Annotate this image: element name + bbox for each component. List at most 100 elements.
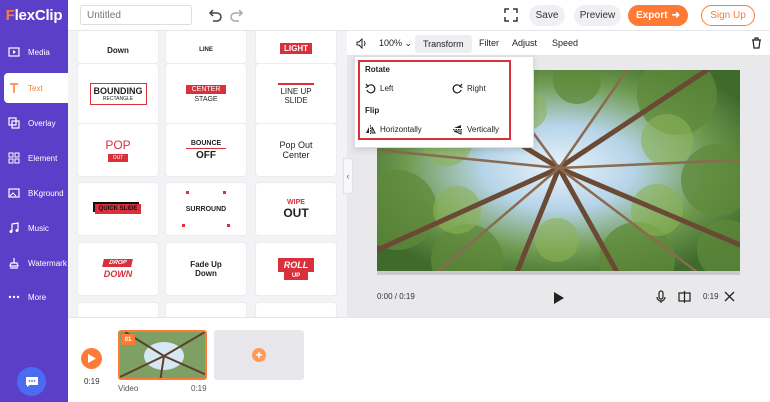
rotate-left-button[interactable]: Left <box>365 83 393 94</box>
rotate-left-label: Left <box>380 84 394 93</box>
flexclip-logo[interactable]: FlexClip <box>0 0 68 31</box>
sidebar-item-label: Watermark <box>28 258 67 268</box>
export-button[interactable]: Export ➜ <box>628 5 688 26</box>
timeline-play-button[interactable] <box>81 348 102 369</box>
scissors-icon[interactable] <box>724 291 735 302</box>
template-card[interactable]: Pop Out Center <box>256 124 336 176</box>
sidebar-item-label: Music <box>28 223 49 233</box>
add-clip-button[interactable]: + <box>214 330 304 380</box>
flip-label: Flip <box>365 106 380 115</box>
flip-horizontal-button[interactable]: Horizontally <box>365 124 422 135</box>
template-card[interactable] <box>166 303 246 317</box>
template-card[interactable]: LINE UP SLIDE <box>256 64 336 124</box>
tab-filter[interactable]: Filter <box>479 38 499 48</box>
sidebar-item-music[interactable]: Music <box>0 213 68 243</box>
tab-adjust[interactable]: Adjust <box>512 38 537 48</box>
zoom-select[interactable]: 100% ⌄ <box>379 38 412 49</box>
flip-vertical-button[interactable]: Vertically <box>452 124 499 135</box>
template-card[interactable]: BOUNDING RECTANGLE <box>78 64 158 124</box>
template-card[interactable]: WIPE OUT <box>256 183 336 235</box>
save-button[interactable]: Save <box>529 5 565 26</box>
template-card[interactable]: DROP DOWN <box>78 243 158 295</box>
microphone-icon[interactable] <box>655 290 667 304</box>
sidebar-item-label: Media <box>28 47 50 57</box>
fullscreen-icon[interactable] <box>504 8 518 22</box>
template-card[interactable] <box>256 303 336 317</box>
clip-type-label: Video <box>118 384 139 393</box>
sidebar-item-overlay[interactable]: Overlay <box>0 108 68 138</box>
preview-button[interactable]: Preview <box>574 5 621 26</box>
template-text: Down <box>107 45 129 55</box>
template-card[interactable]: Fade Up Down <box>166 243 246 295</box>
sidebar-item-bkground[interactable]: BKground <box>0 178 68 208</box>
template-card[interactable]: POP OUT <box>78 124 158 176</box>
playback-scrubber[interactable] <box>377 271 740 275</box>
sidebar-item-watermark[interactable]: Watermark <box>0 248 68 278</box>
template-card[interactable]: QUICK SLIDE <box>78 183 158 235</box>
template-text: SURROUND <box>185 205 227 213</box>
template-text: OUT <box>107 154 129 162</box>
collapse-panel-button[interactable]: ‹ <box>343 158 353 194</box>
sidebar-item-label: BKground <box>28 188 64 198</box>
sidebar-item-label: Overlay <box>28 118 56 128</box>
template-text: Pop Out <box>279 140 313 150</box>
sidebar-item-element[interactable]: Element <box>0 143 68 173</box>
chat-icon <box>25 376 38 387</box>
flip-vertical-label: Vertically <box>467 125 500 134</box>
template-text: OUT <box>283 205 309 220</box>
more-icon <box>8 295 20 299</box>
template-card[interactable]: LIGHT <box>256 31 336 63</box>
template-text: LINE UP <box>280 87 312 96</box>
project-title-input[interactable] <box>80 5 192 25</box>
template-text: SLIDE <box>284 96 308 105</box>
sidebar-item-media[interactable]: Media <box>0 37 68 67</box>
template-text: BOUNCE <box>190 139 222 147</box>
template-text: STAGE <box>194 96 218 103</box>
flip-horizontal-icon <box>366 125 376 134</box>
total-duration: 0:19 <box>703 292 719 301</box>
template-text: Center <box>282 150 310 160</box>
text-icon <box>10 83 18 93</box>
sidebar-item-more[interactable]: More <box>0 282 68 312</box>
background-icon <box>8 188 20 198</box>
clip-index-badge: 01 <box>121 334 135 345</box>
undo-icon[interactable] <box>207 7 223 23</box>
logo-text: lexClip <box>14 7 63 24</box>
template-text: WIPE <box>287 198 305 206</box>
volume-icon[interactable] <box>356 38 368 49</box>
top-bar: FlexClip Save Preview Export➜ Sign Up <box>0 0 770 31</box>
play-icon[interactable] <box>552 291 566 305</box>
rotate-right-label: Right <box>467 84 486 93</box>
tab-transform[interactable]: Transform <box>415 35 472 53</box>
export-label: Export <box>635 10 668 21</box>
template-text: LIGHT <box>280 42 312 54</box>
template-card[interactable]: ROLL UP <box>256 243 336 295</box>
template-card[interactable]: LINE <box>166 31 246 63</box>
trash-icon[interactable] <box>751 37 762 49</box>
timeline-total-time: 0:19 <box>84 377 100 386</box>
template-card[interactable] <box>78 303 158 317</box>
template-text: QUICK SLIDE <box>94 204 142 214</box>
zoom-value: 100% <box>379 38 403 48</box>
music-icon <box>9 222 19 233</box>
chevron-left-icon: ‹ <box>346 171 350 181</box>
template-card[interactable]: BOUNCE OFF <box>166 124 246 176</box>
template-card[interactable]: Down <box>78 31 158 63</box>
sidebar-item-text[interactable]: Text <box>4 73 68 103</box>
split-icon[interactable] <box>678 291 691 303</box>
template-card[interactable]: CENTER STAGE <box>166 64 246 124</box>
chat-support-button[interactable] <box>17 367 46 396</box>
template-card[interactable]: SURROUND <box>166 183 246 235</box>
plus-icon: + <box>252 348 266 362</box>
template-text: UP <box>283 272 309 280</box>
sidebar-item-label: More <box>28 292 47 302</box>
element-icon <box>8 152 20 164</box>
tab-speed[interactable]: Speed <box>552 38 578 48</box>
text-templates-panel: Down LINE LIGHT BOUNDING RECTANGLE CENTE… <box>68 31 347 317</box>
template-accent-line <box>186 147 226 149</box>
rotate-right-button[interactable]: Right <box>452 83 486 94</box>
redo-icon[interactable] <box>229 7 245 23</box>
editor-toolbar: 100% ⌄ Transform Filter Adjust Speed <box>347 31 770 56</box>
signup-button[interactable]: Sign Up <box>701 5 755 26</box>
play-icon <box>88 354 96 363</box>
